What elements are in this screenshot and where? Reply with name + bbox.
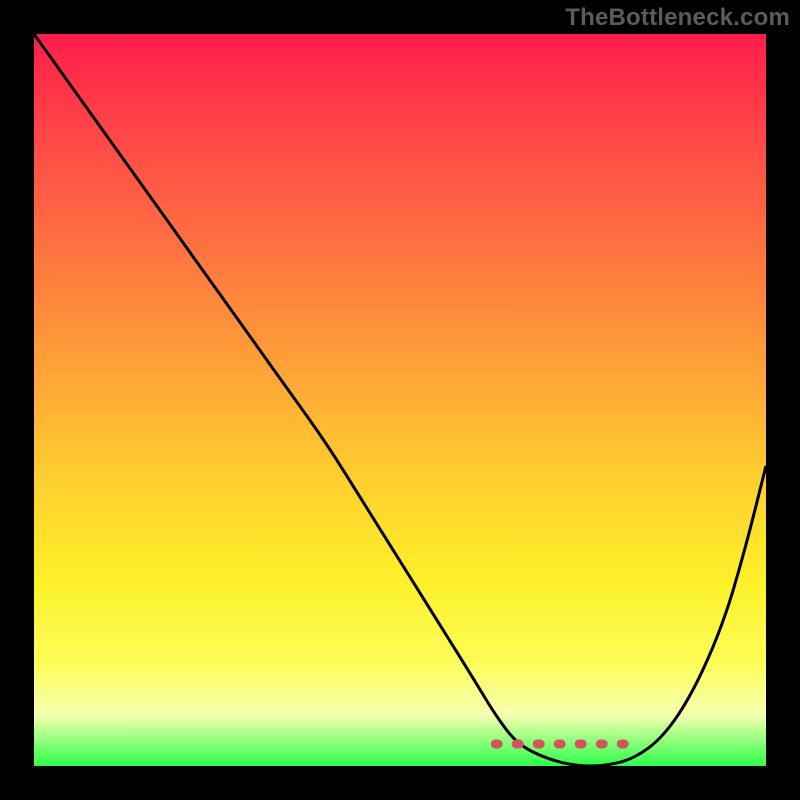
chart-plot-area	[34, 34, 766, 766]
bottleneck-curve	[34, 34, 766, 766]
bottleneck-curve-svg	[34, 34, 766, 766]
attribution-text: TheBottleneck.com	[565, 4, 790, 32]
page-root: TheBottleneck.com	[0, 0, 800, 800]
